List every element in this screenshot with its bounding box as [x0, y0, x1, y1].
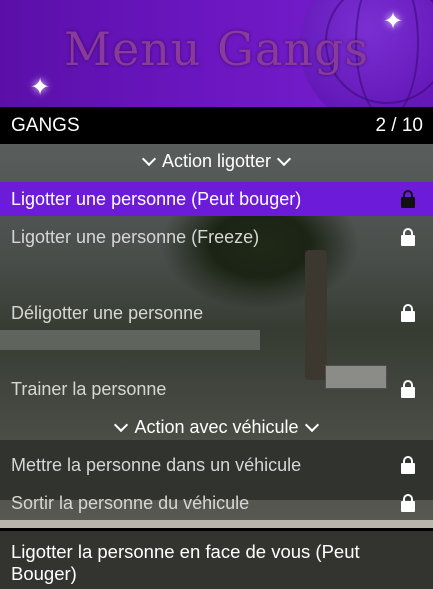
lock-icon [401, 494, 415, 512]
chevron-down-icon [304, 417, 319, 433]
section-separator-action-vehicule: Action avec véhicule [0, 410, 433, 444]
lock-icon [401, 304, 415, 322]
separator-label: Action avec véhicule [134, 416, 299, 437]
menu-item-deligotter[interactable]: Déligotter une personne [0, 296, 433, 330]
menu-subheader: GANGS 2 / 10 [0, 107, 433, 144]
section-separator-action-ligotter: Action ligotter [0, 144, 433, 178]
menu-item-counter: 2 / 10 [375, 114, 423, 136]
menu-item-trainer[interactable]: Trainer la personne [0, 372, 433, 406]
menu-item-label: Sortir la personne du véhicule [11, 492, 250, 513]
chevron-down-icon [276, 151, 292, 167]
sparkle-icon: ✦ [30, 74, 51, 101]
item-description: Ligotter la personne en face de vous (Pe… [0, 528, 433, 589]
chevron-down-icon [114, 417, 129, 433]
description-text: Ligotter la personne en face de vous (Pe… [11, 541, 360, 584]
menu-item-label: Ligotter une personne (Peut bouger) [11, 188, 302, 209]
lock-icon [401, 228, 415, 246]
lock-icon [401, 456, 415, 474]
menu-category-title: GANGS [11, 114, 80, 136]
menu-item-ligotter-freeze[interactable]: Ligotter une personne (Freeze) [0, 220, 433, 254]
lock-icon [401, 380, 415, 398]
menu-item-list: Action ligotter Ligotter une personne (P… [0, 144, 433, 520]
menu-item-label: Mettre la personne dans un véhicule [11, 454, 302, 475]
menu-item-ligotter-peut-bouger[interactable]: Ligotter une personne (Peut bouger) [0, 182, 433, 216]
menu-item-mettre-vehicule[interactable]: Mettre la personne dans un véhicule [0, 448, 433, 482]
menu-item-label: Ligotter une personne (Freeze) [11, 226, 260, 247]
menu-item-label: Déligotter une personne [11, 302, 204, 323]
sparkle-icon: ✦ [383, 8, 404, 35]
lock-icon [401, 190, 415, 208]
separator-label: Action ligotter [161, 150, 272, 171]
menu-item-sortir-vehicule[interactable]: Sortir la personne du véhicule [0, 486, 433, 520]
banner-title: Menu Gangs [63, 22, 370, 76]
gang-menu: Menu Gangs ✦ ✦ GANGS 2 / 10 Action ligot… [0, 0, 433, 589]
menu-banner: Menu Gangs ✦ ✦ [0, 0, 433, 107]
menu-item-label: Trainer la personne [11, 378, 167, 399]
chevron-down-icon [141, 151, 157, 167]
